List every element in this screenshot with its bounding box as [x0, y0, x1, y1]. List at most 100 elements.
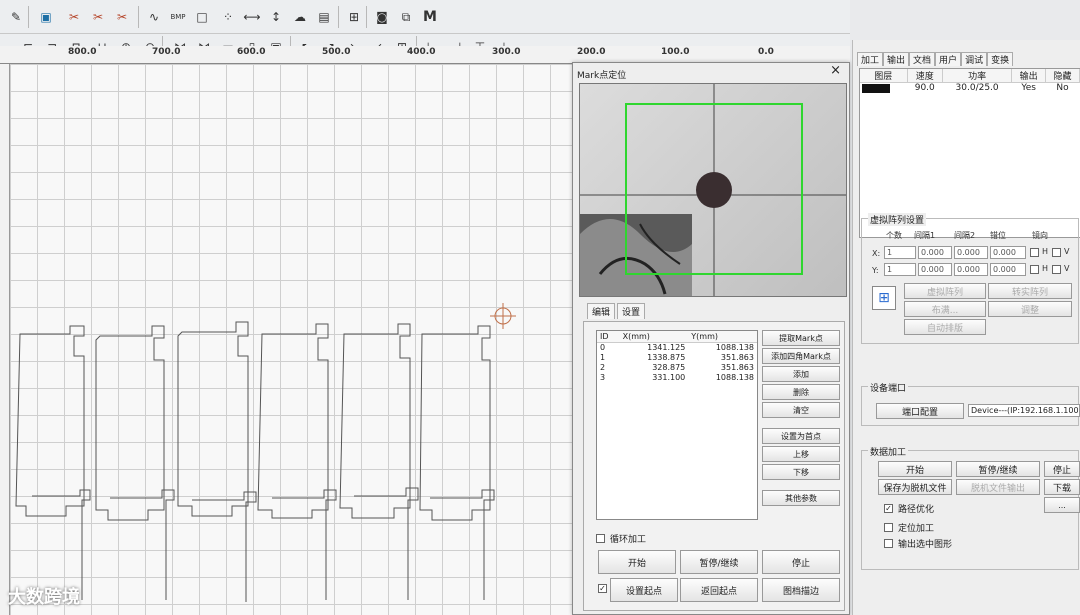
port-config-button[interactable]: 端口配置 — [876, 403, 964, 419]
virtual-array-title: 虚拟阵列设置 — [868, 213, 927, 226]
move-down-button[interactable]: 下移 — [762, 464, 840, 480]
path-optimize-label: 路径优化 — [898, 505, 935, 515]
x-offset-input[interactable]: 0.000 — [990, 246, 1026, 259]
convert-array-button[interactable]: 转实阵列 — [988, 283, 1072, 299]
node-icon[interactable]: ⁘ — [218, 7, 238, 27]
x-mirror-v-checkbox[interactable] — [1052, 248, 1061, 257]
start-process-button[interactable]: 开始 — [878, 461, 952, 477]
grid-icon[interactable]: ⊞ — [344, 7, 364, 27]
rectangle-icon[interactable]: □ — [192, 7, 212, 27]
download-button[interactable]: 下载 — [1044, 479, 1080, 495]
tab-settings[interactable]: 设置 — [617, 303, 646, 319]
tab-user[interactable]: 用户 — [935, 52, 962, 66]
clear-button[interactable]: 清空 — [762, 402, 840, 418]
height-icon[interactable]: ↕ — [266, 7, 286, 27]
col-gap1: 间隔1 — [914, 231, 936, 240]
mirror-h-label: H — [1042, 264, 1049, 273]
bmp-button[interactable]: BMP — [168, 7, 188, 27]
auto-layout-button[interactable]: 自动排版 — [904, 319, 986, 335]
table-row[interactable]: 1 1338.875 351.863 — [597, 353, 757, 363]
set-origin-button[interactable]: 设置起点 — [610, 578, 678, 602]
mirror-h-label: H — [1042, 247, 1049, 256]
virtual-array-button[interactable]: 虚拟阵列 — [904, 283, 986, 299]
output-selected-checkbox[interactable] — [884, 539, 893, 548]
camera-icon[interactable]: ◙ — [372, 7, 392, 27]
y-mirror-v-checkbox[interactable] — [1052, 265, 1061, 274]
offline-output-button[interactable]: 脱机文件输出 — [956, 479, 1040, 495]
save-offline-button[interactable]: 保存为脱机文件 — [878, 479, 952, 495]
table-row[interactable]: 0 1341.125 1088.138 — [597, 343, 757, 354]
tab-output[interactable]: 输出 — [883, 52, 910, 66]
loop-checkbox[interactable] — [596, 534, 605, 543]
camera-view — [579, 83, 847, 297]
main-toolbar: ✎ ▣ ✂ ✂ ✂ ∿ BMP □ ⁘ ⟷ ↕ ☁ ▤ ⊞ ◙ ⧉ M — [0, 0, 850, 34]
layer-row[interactable]: 90.0 30.0/25.0 Yes No — [860, 83, 1080, 94]
cell-y: 1088.138 — [715, 343, 754, 352]
table-row[interactable]: 3 331.100 1088.138 — [597, 373, 757, 383]
book-icon[interactable]: ⧉ — [396, 7, 416, 27]
table-row[interactable]: 2 328.875 351.863 — [597, 363, 757, 373]
ruler-tick: 0.0 — [758, 47, 774, 57]
move-up-button[interactable]: 上移 — [762, 446, 840, 462]
brush-icon[interactable]: ✎ — [6, 7, 26, 27]
start-button[interactable]: 开始 — [598, 550, 676, 574]
pause-button[interactable]: 暂停/继续 — [680, 550, 758, 574]
set-origin-checkbox[interactable]: ✓ — [598, 584, 607, 593]
x-mirror-h-checkbox[interactable] — [1030, 248, 1039, 257]
cut-multi-icon[interactable]: ✂ — [88, 7, 108, 27]
device-port-title: 设备端口 — [868, 381, 909, 394]
pause-process-button[interactable]: 暂停/继续 — [956, 461, 1040, 477]
monitor-icon[interactable]: ▣ — [36, 7, 56, 27]
add-corner-mark-button[interactable]: 添加四角Mark点 — [762, 348, 840, 364]
cut-array-icon[interactable]: ✂ — [112, 7, 132, 27]
layer-color-swatch — [860, 83, 907, 94]
adjust-button[interactable]: 调整 — [988, 301, 1072, 317]
extract-mark-button[interactable]: 提取Mark点 — [762, 330, 840, 346]
tab-edit[interactable]: 编辑 — [587, 303, 616, 319]
return-origin-button[interactable]: 返回起点 — [680, 578, 758, 602]
tab-debug[interactable]: 调试 — [961, 52, 988, 66]
fill-button[interactable]: 布满... — [904, 301, 986, 317]
col-layer: 图层 — [860, 69, 908, 83]
mark-positioning-dialog: Mark点定位 × 编辑 设置 ID X(mm) Y(mm) 0 1341.12… — [572, 62, 850, 615]
y-count-input[interactable]: 1 — [884, 263, 916, 276]
y-gap1-input[interactable]: 0.000 — [918, 263, 952, 276]
close-icon[interactable]: × — [830, 63, 841, 78]
cloud-icon[interactable]: ☁ — [290, 7, 310, 27]
more-button[interactable]: ... — [1044, 497, 1080, 513]
cell-hidden: No — [1056, 83, 1069, 93]
position-process-checkbox[interactable] — [884, 523, 893, 532]
width-icon[interactable]: ⟷ — [242, 7, 262, 27]
col-y: Y(mm) — [688, 331, 757, 343]
cut-icon[interactable]: ✂ — [64, 7, 84, 27]
tab-transform[interactable]: 变换 — [987, 52, 1014, 66]
delete-button[interactable]: 删除 — [762, 384, 840, 400]
col-id: ID — [597, 331, 620, 343]
separator — [338, 6, 339, 28]
set-first-button[interactable]: 设置为首点 — [762, 428, 840, 444]
x-count-input[interactable]: 1 — [884, 246, 916, 259]
y-mirror-h-checkbox[interactable] — [1030, 265, 1039, 274]
tab-process[interactable]: 加工 — [857, 52, 884, 66]
stop-process-button[interactable]: 停止 — [1044, 461, 1080, 477]
cell-x: 1341.125 — [647, 343, 686, 352]
add-button[interactable]: 添加 — [762, 366, 840, 382]
separator — [28, 6, 29, 28]
curve-icon[interactable]: ∿ — [144, 7, 164, 27]
col-output: 输出 — [1011, 69, 1047, 83]
device-select[interactable]: Device---(IP:192.168.1.100) — [968, 404, 1080, 417]
x-label: X: — [872, 249, 881, 258]
x-gap1-input[interactable]: 0.000 — [918, 246, 952, 259]
tab-document[interactable]: 文档 — [909, 52, 936, 66]
trace-outline-button[interactable]: 图档描边 — [762, 578, 840, 602]
x-gap2-input[interactable]: 0.000 — [954, 246, 988, 259]
mode-button[interactable]: M — [420, 7, 440, 27]
stop-button[interactable]: 停止 — [762, 550, 840, 574]
y-gap2-input[interactable]: 0.000 — [954, 263, 988, 276]
array-grid-icon[interactable]: ⊞ — [872, 286, 896, 310]
mark-point-list[interactable]: ID X(mm) Y(mm) 0 1341.125 1088.138 1 133… — [596, 330, 758, 520]
path-optimize-checkbox[interactable]: ✓ — [884, 504, 893, 513]
other-params-button[interactable]: 其他参数 — [762, 490, 840, 506]
page-icon[interactable]: ▤ — [314, 7, 334, 27]
y-offset-input[interactable]: 0.000 — [990, 263, 1026, 276]
